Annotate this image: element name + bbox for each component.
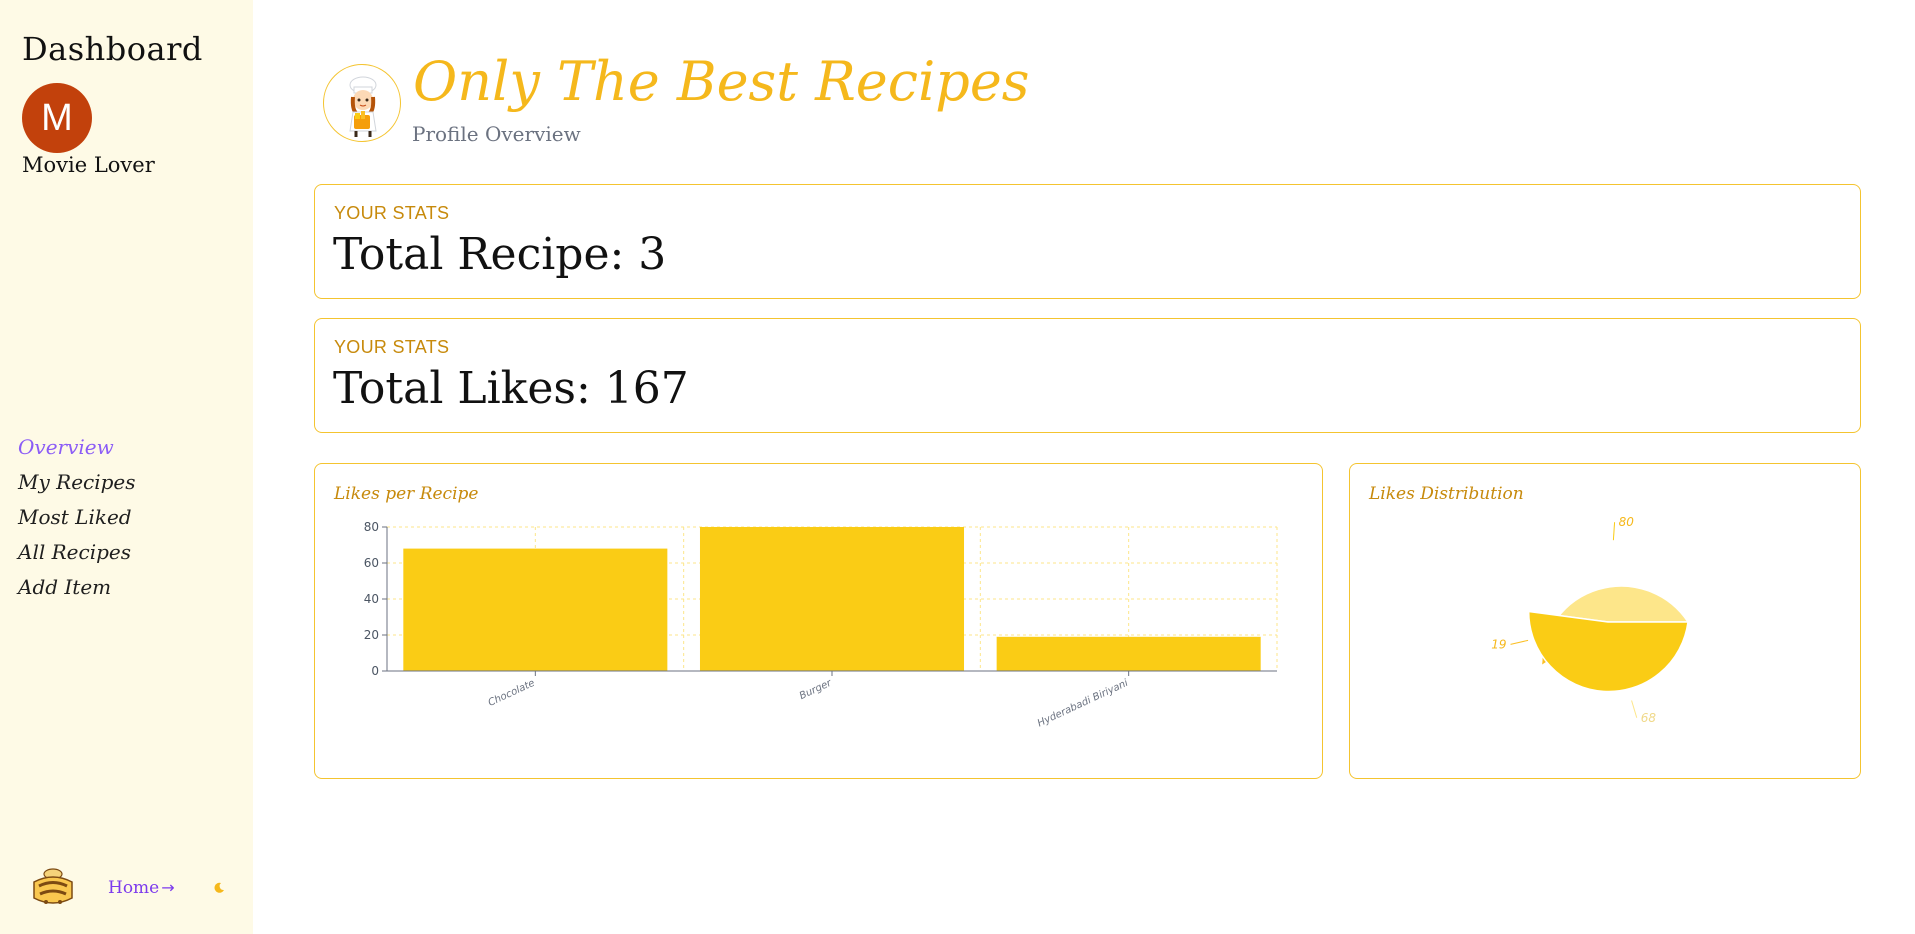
goodie-logo-icon[interactable]	[28, 866, 78, 910]
y-tick-label: 0	[371, 664, 379, 678]
stat-value: Total Recipe: 3	[333, 229, 667, 280]
y-tick-label: 60	[364, 556, 379, 570]
y-tick-label: 80	[364, 520, 379, 534]
nav-item-most-liked[interactable]: Most Liked	[18, 502, 136, 537]
home-label: Home	[108, 878, 160, 898]
sidebar-nav: Overview My Recipes Most Liked All Recip…	[18, 432, 136, 607]
nav-item-all-recipes[interactable]: All Recipes	[18, 537, 136, 572]
pie-label-line	[1510, 639, 1529, 645]
stat-label: YOUR STATS	[334, 203, 450, 223]
app: Dashboard M Movie Lover Overview My Reci…	[0, 0, 1915, 934]
bar-chart-card: Likes per Recipe 0 20 40 60 80 Chocolate Burge…	[314, 463, 1323, 779]
stat-value: Total Likes: 167	[333, 363, 689, 414]
sidebar-title: Dashboard	[22, 30, 203, 68]
bar-hyderabadi-biriyani[interactable]	[996, 636, 1261, 671]
page-title: Only The Best Recipes	[413, 50, 1030, 113]
nav-item-my-recipes[interactable]: My Recipes	[18, 467, 136, 502]
nav-item-overview[interactable]: Overview	[18, 432, 136, 467]
pie-label-line	[1612, 522, 1616, 541]
chef-illustration-icon	[323, 64, 401, 142]
x-tick-label: Chocolate	[487, 678, 537, 709]
y-tick-label: 20	[364, 628, 379, 642]
pie-chart: 68 19 80	[1491, 515, 1690, 725]
bar-chocolate[interactable]	[403, 548, 668, 671]
pie-label-line	[1631, 700, 1638, 718]
pie-chart-card: Likes Distribution 68 19 80	[1349, 463, 1861, 779]
stat-card-total-recipe: YOUR STATS Total Recipe: 3	[314, 184, 1861, 299]
user-name: Movie Lover	[22, 153, 155, 177]
home-link[interactable]: Home →	[108, 878, 175, 898]
x-tick-label: Burger	[798, 677, 834, 702]
stat-label: YOUR STATS	[334, 337, 450, 357]
x-tick-label: Hyderabadi Biriyani	[1036, 678, 1130, 730]
sidebar-footer: Home →	[28, 866, 228, 910]
page-subtitle: Profile Overview	[412, 122, 581, 146]
pie-slice-burger[interactable]	[1527, 610, 1689, 693]
y-tick-label: 40	[364, 592, 379, 606]
bar-chart: 0 20 40 60 80 Chocolate Burger Hyderabadi Biriy…	[364, 520, 1278, 730]
pie-value-label: 68	[1641, 711, 1657, 725]
pie-value-label: 80	[1619, 515, 1635, 529]
arrow-right-icon: →	[161, 878, 175, 897]
moon-icon[interactable]	[213, 882, 225, 894]
stat-card-total-likes: YOUR STATS Total Likes: 167	[314, 318, 1861, 433]
pie-value-label: 19	[1491, 637, 1506, 651]
nav-item-add-item[interactable]: Add Item	[18, 572, 136, 607]
sidebar: Dashboard M Movie Lover Overview My Reci…	[0, 0, 253, 934]
bar-burger[interactable]	[699, 527, 965, 671]
avatar[interactable]: M	[22, 83, 92, 153]
